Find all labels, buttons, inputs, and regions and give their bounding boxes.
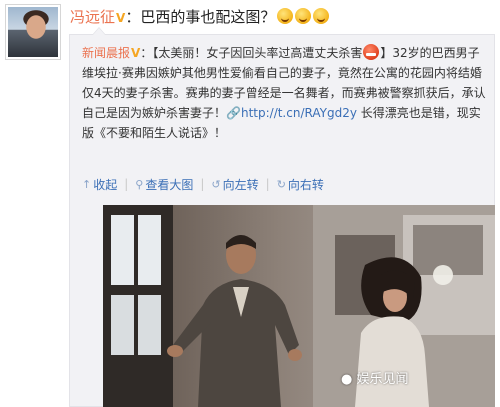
author-colon: ： (125, 8, 141, 26)
author-name[interactable]: 冯远征 (70, 8, 115, 26)
repost-text: 新闻晨报V：【太美丽！女子因回头率过高遭丈夫杀害 】32岁的巴西男子维埃拉·赛弗因… (82, 43, 486, 143)
angry-emoji-icon (363, 44, 380, 60)
watermark-text: 娱乐见闻 (356, 372, 409, 387)
movie-still-image (103, 205, 495, 407)
link-icon: 🔗 (226, 106, 241, 120)
magnifier-icon: ⚲ (135, 177, 144, 191)
repost-photo[interactable] (103, 205, 495, 407)
repost-colon: ： (140, 46, 153, 60)
verified-icon: V (131, 46, 141, 60)
repost-caret (92, 27, 106, 35)
image-toolbar: ↑ 收起 | ⚲ 查看大图 | ↺ 向左转 | ↻ 向右转 (82, 174, 324, 194)
rotate-right-icon: ↻ (276, 177, 286, 191)
toolbar-divider: | (200, 177, 205, 191)
wechat-icon: ● (341, 372, 353, 387)
collapse-label: 收起 (93, 177, 118, 192)
toolbar-divider: | (265, 177, 270, 191)
watermark: ● 娱乐见闻 (341, 368, 409, 387)
avatar-photo (8, 7, 58, 57)
post-header: 冯远征V：巴西的事也配这图？ (70, 7, 330, 28)
repost-container: 新闻晨报V：【太美丽！女子因回头率过高遭丈夫杀害 】32岁的巴西男子维埃拉·赛弗因… (69, 27, 495, 407)
short-link[interactable]: http://t.cn/RAYgd2y (241, 106, 357, 120)
rotate-left-icon: ↺ (211, 177, 221, 191)
verified-icon: V (116, 11, 126, 25)
rotate-right-label: 向右转 (287, 177, 324, 192)
view-large-button[interactable]: ⚲ 查看大图 (135, 176, 193, 193)
rotate-left-label: 向左转 (222, 177, 259, 192)
post-text: 巴西的事也配这图？ (140, 8, 276, 26)
rotate-left-button[interactable]: ↺ 向左转 (211, 176, 258, 193)
repost-headline: 【太美丽！女子因回头率过高遭丈夫杀害 (152, 46, 363, 60)
repost-source-name[interactable]: 新闻晨报 (82, 46, 130, 60)
author-avatar[interactable] (5, 4, 61, 60)
view-large-label: 查看大图 (145, 177, 194, 192)
repost-bracket: 】 (380, 46, 393, 60)
collapse-button[interactable]: ↑ 收起 (82, 176, 117, 193)
grin-emoji-icon (277, 8, 294, 24)
arrow-up-icon: ↑ (82, 177, 92, 191)
grin-emoji-icon (295, 8, 312, 24)
grin-emoji-icon (313, 8, 330, 24)
toolbar-divider: | (124, 177, 129, 191)
rotate-right-button[interactable]: ↻ 向右转 (277, 176, 324, 193)
